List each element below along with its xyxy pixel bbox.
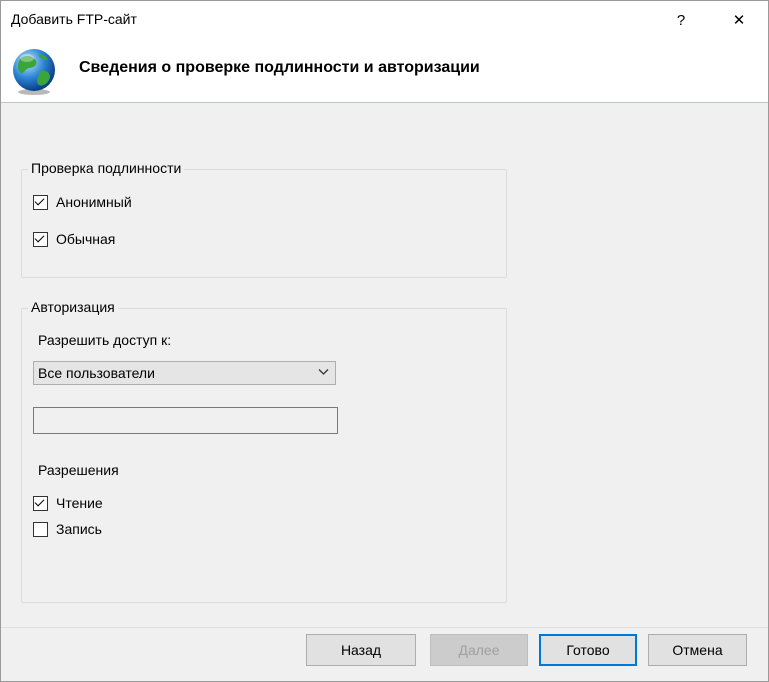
- basic-label: Обычная: [56, 231, 116, 247]
- page-title: Сведения о проверке подлинности и автори…: [79, 59, 480, 76]
- anonymous-checkbox[interactable]: Анонимный: [33, 194, 132, 210]
- basic-checkbox-box[interactable]: [33, 231, 48, 247]
- footer-divider: [1, 627, 768, 628]
- write-checkbox[interactable]: Запись: [33, 521, 102, 537]
- back-button[interactable]: Назад: [306, 634, 416, 666]
- help-button[interactable]: ?: [658, 1, 704, 39]
- close-button[interactable]: ✕: [716, 1, 762, 39]
- allow-access-label: Разрешить доступ к:: [38, 332, 172, 348]
- basic-checkbox[interactable]: Обычная: [33, 231, 115, 247]
- next-button[interactable]: Далее: [430, 634, 528, 666]
- authorization-group: Авторизация: [21, 299, 507, 603]
- anonymous-checkbox-box[interactable]: [33, 194, 48, 210]
- globe-icon: [13, 49, 55, 95]
- allow-access-value: Все пользователи: [38, 365, 155, 381]
- wizard-header: Сведения о проверке подлинности и автори…: [1, 39, 768, 103]
- authentication-group: Проверка подлинности: [21, 160, 507, 278]
- read-checkbox[interactable]: Чтение: [33, 495, 103, 511]
- anonymous-label: Анонимный: [56, 194, 132, 210]
- authorization-group-label: Авторизация: [28, 299, 118, 315]
- read-checkbox-box[interactable]: [33, 495, 48, 511]
- read-label: Чтение: [56, 495, 103, 511]
- window-title: Добавить FTP-сайт: [11, 11, 137, 27]
- permissions-label: Разрешения: [38, 462, 119, 478]
- finish-button[interactable]: Готово: [539, 634, 637, 666]
- cancel-button[interactable]: Отмена: [648, 634, 747, 666]
- write-label: Запись: [56, 521, 102, 537]
- authentication-group-label: Проверка подлинности: [28, 160, 185, 176]
- write-checkbox-box[interactable]: [33, 521, 48, 537]
- chevron-down-icon: [318, 369, 329, 375]
- allow-access-select[interactable]: Все пользователи: [33, 361, 336, 385]
- add-ftp-site-dialog: Добавить FTP-сайт ? ✕ Сведения о проверк…: [0, 0, 769, 682]
- title-bar: Добавить FTP-сайт ? ✕: [1, 1, 768, 39]
- allow-access-input[interactable]: [33, 407, 338, 434]
